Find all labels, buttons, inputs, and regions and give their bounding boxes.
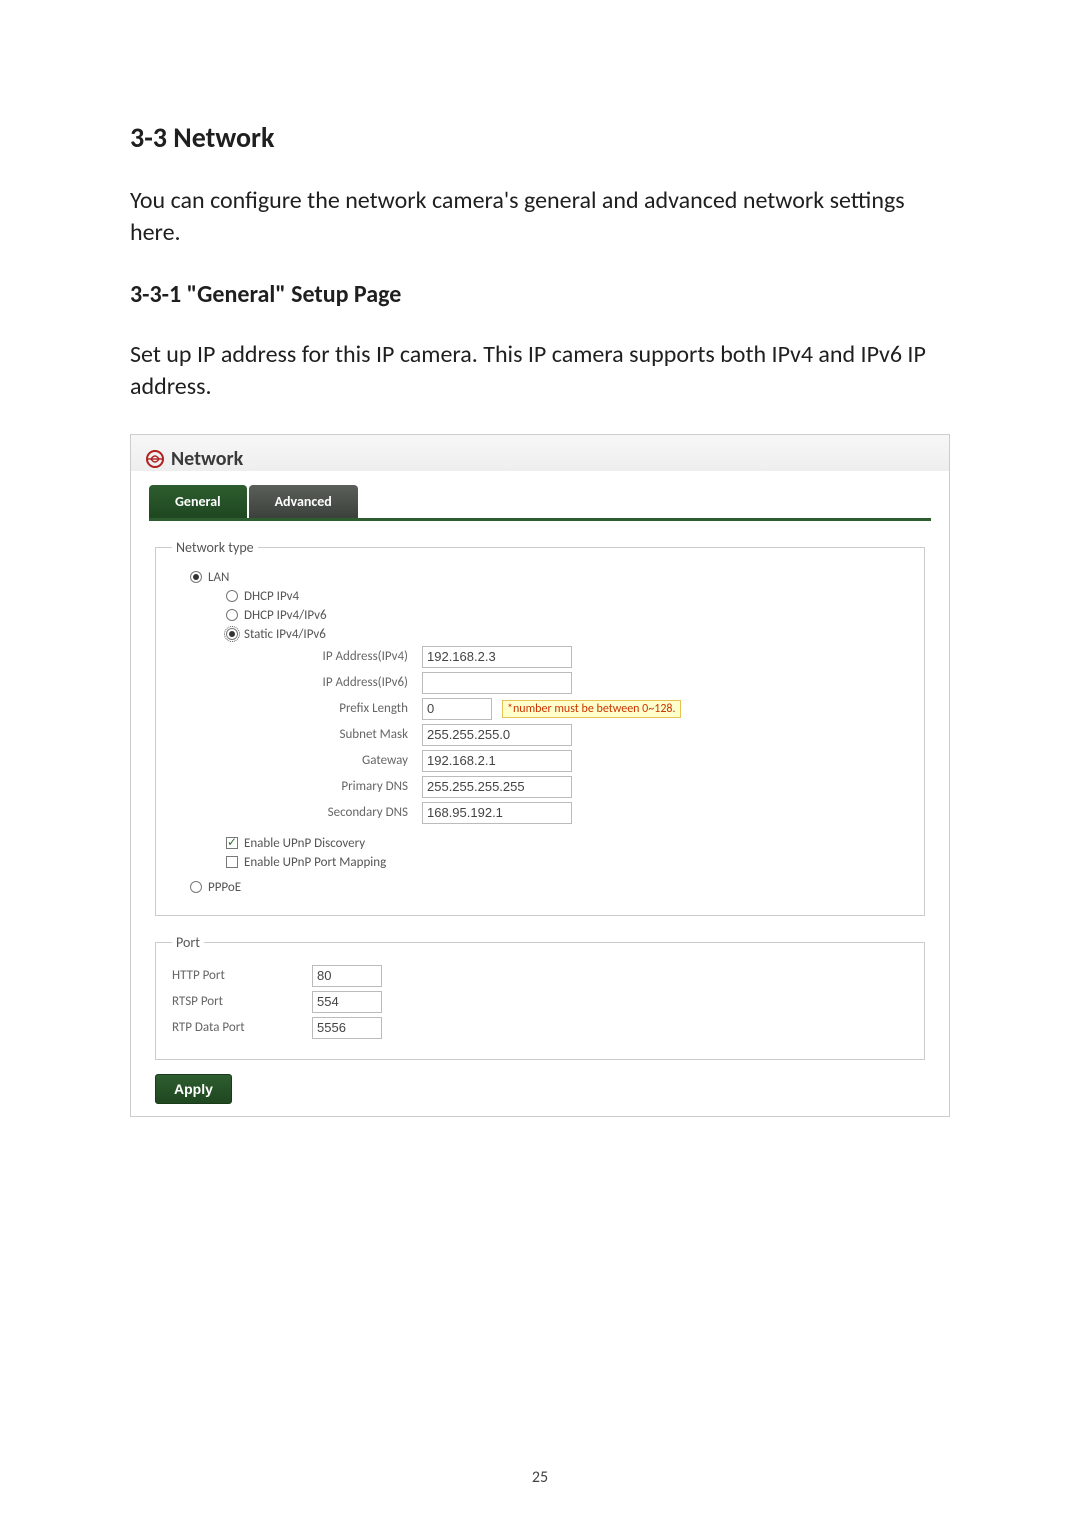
network-panel: Network General Advanced Network type LA… (130, 434, 950, 1117)
radio-dhcp-ipv4-ipv6[interactable] (226, 609, 238, 621)
network-icon (145, 449, 165, 469)
rtp-port-label: RTP Data Port (172, 1020, 312, 1035)
ip-v4-input[interactable] (422, 646, 572, 668)
upnp-port-mapping-label: Enable UPnP Port Mapping (244, 855, 386, 870)
port-group: Port HTTP Port RTSP Port RTP Data Port (155, 934, 925, 1060)
radio-static[interactable] (226, 628, 238, 640)
upnp-discovery-label: Enable UPnP Discovery (244, 836, 365, 851)
radio-static-label: Static IPv4/IPv6 (244, 627, 326, 642)
subnet-label: Subnet Mask (262, 727, 422, 742)
intro-text: You can configure the network camera's g… (130, 185, 950, 250)
page-number: 25 (0, 1468, 1080, 1487)
apply-button[interactable]: Apply (155, 1074, 232, 1104)
http-port-label: HTTP Port (172, 968, 312, 983)
rtp-port-input[interactable] (312, 1017, 382, 1039)
prefix-hint: *number must be between 0~128. (502, 700, 681, 718)
sub-intro-text: Set up IP address for this IP camera. Th… (130, 339, 950, 404)
rtsp-port-label: RTSP Port (172, 994, 312, 1009)
radio-dhcp-ipv4-row[interactable]: DHCP IPv4 (226, 589, 908, 604)
radio-pppoe-row[interactable]: PPPoE (190, 880, 908, 895)
radio-lan-label: LAN (208, 570, 229, 585)
port-legend: Port (172, 934, 204, 951)
ip-v4-label: IP Address(IPv4) (262, 649, 422, 664)
upnp-discovery-row[interactable]: Enable UPnP Discovery (226, 836, 908, 851)
secondary-dns-label: Secondary DNS (262, 805, 422, 820)
http-port-input[interactable] (312, 965, 382, 987)
radio-dhcp-ipv4-ipv6-label: DHCP IPv4/IPv6 (244, 608, 327, 623)
tabs: General Advanced (149, 485, 931, 518)
primary-dns-input[interactable] (422, 776, 572, 798)
network-type-group: Network type LAN DHCP IPv4 DHCP IPv4/IPv… (155, 539, 925, 916)
radio-dhcp-ipv4[interactable] (226, 590, 238, 602)
sub-heading: 3-3-1 "General" Setup Page (130, 280, 950, 309)
tab-general[interactable]: General (149, 485, 247, 518)
panel-header: Network (131, 435, 949, 471)
secondary-dns-input[interactable] (422, 802, 572, 824)
rtsp-port-input[interactable] (312, 991, 382, 1013)
gateway-input[interactable] (422, 750, 572, 772)
prefix-input[interactable] (422, 698, 492, 720)
radio-static-row[interactable]: Static IPv4/IPv6 (226, 627, 908, 642)
panel-title: Network (171, 447, 243, 471)
radio-dhcp-ipv4-label: DHCP IPv4 (244, 589, 299, 604)
subnet-input[interactable] (422, 724, 572, 746)
radio-dhcp-ipv4-ipv6-row[interactable]: DHCP IPv4/IPv6 (226, 608, 908, 623)
upnp-port-mapping-row[interactable]: Enable UPnP Port Mapping (226, 855, 908, 870)
radio-pppoe-label: PPPoE (208, 880, 241, 895)
checkbox-upnp-port-mapping[interactable] (226, 856, 238, 868)
network-type-legend: Network type (172, 539, 258, 556)
section-heading: 3-3 Network (130, 120, 950, 155)
gateway-label: Gateway (262, 753, 422, 768)
tab-advanced[interactable]: Advanced (249, 485, 358, 518)
prefix-label: Prefix Length (262, 701, 422, 716)
checkbox-upnp-discovery[interactable] (226, 837, 238, 849)
radio-lan[interactable] (190, 571, 202, 583)
tab-underline (149, 518, 931, 521)
ip-v6-label: IP Address(IPv6) (262, 675, 422, 690)
ip-v6-input[interactable] (422, 672, 572, 694)
radio-pppoe[interactable] (190, 881, 202, 893)
radio-lan-row[interactable]: LAN (190, 570, 908, 585)
primary-dns-label: Primary DNS (262, 779, 422, 794)
